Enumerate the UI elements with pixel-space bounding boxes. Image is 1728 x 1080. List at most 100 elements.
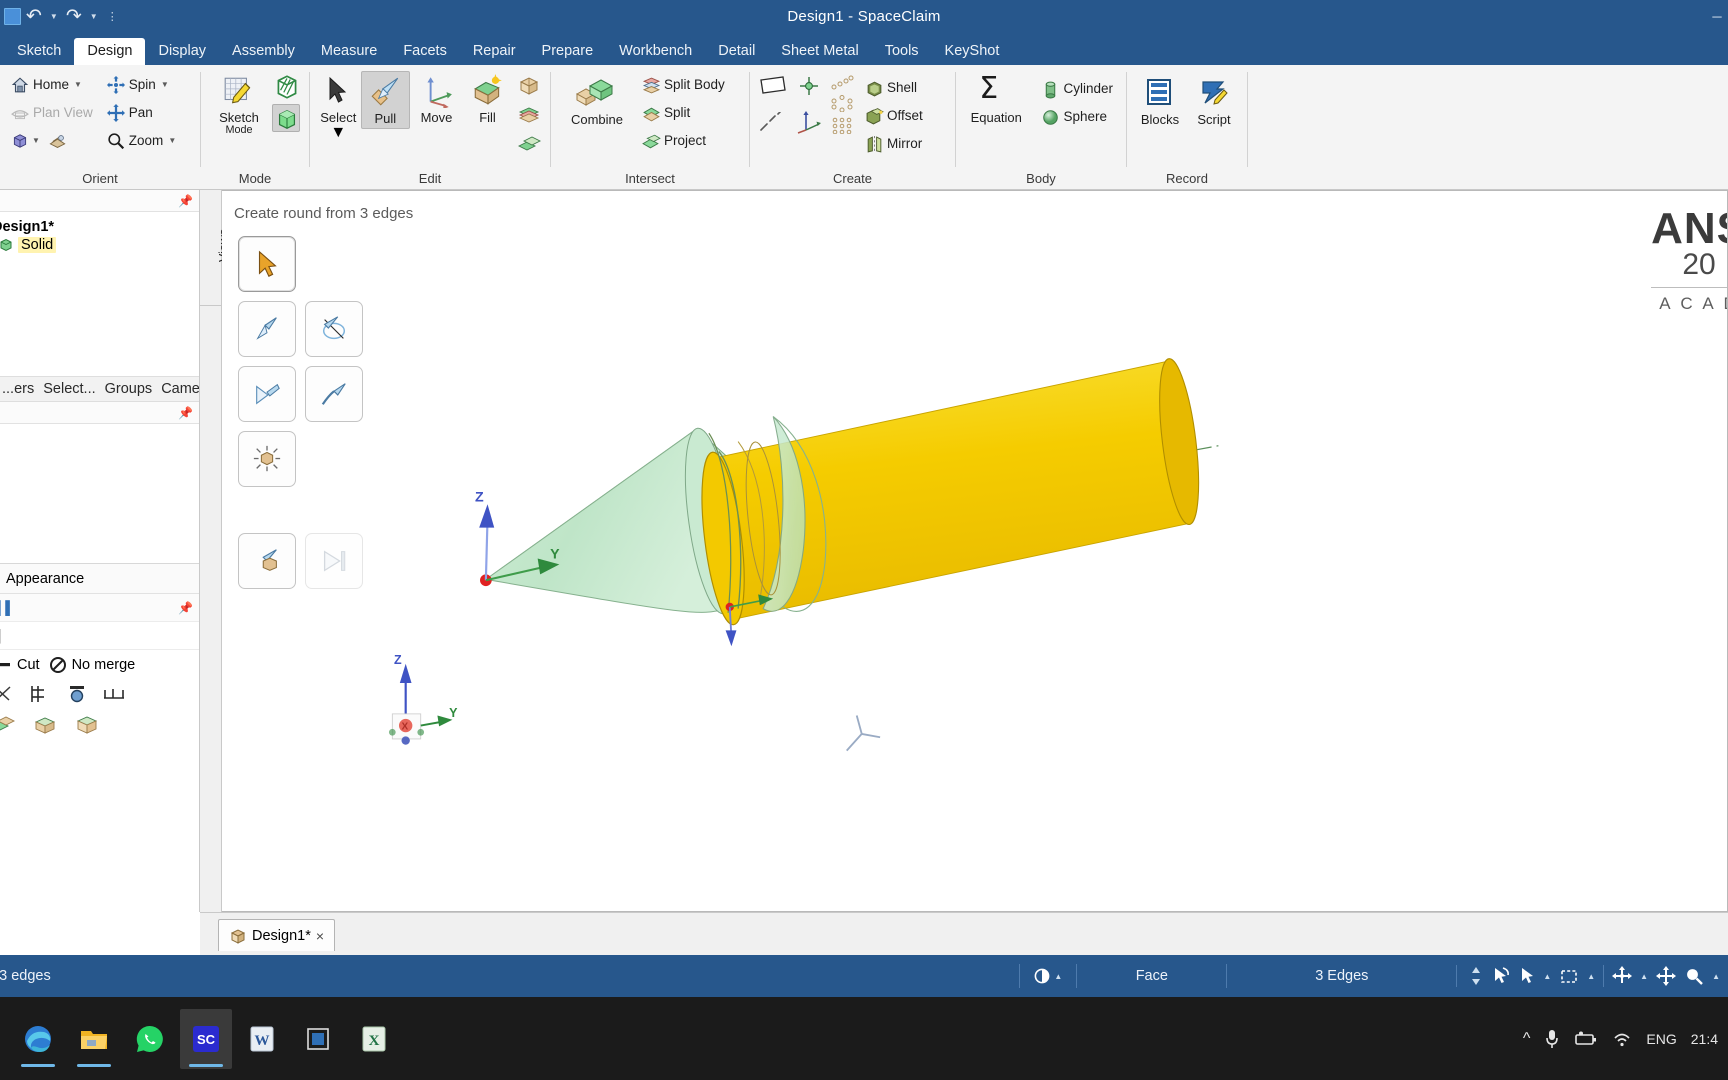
- pull-direction-icon[interactable]: [0, 684, 14, 704]
- views-tab[interactable]: Views: [200, 190, 231, 306]
- appearance-section[interactable]: Appearance: [0, 564, 199, 594]
- blocks-button[interactable]: Blocks: [1135, 73, 1185, 129]
- tree-row-solid[interactable]: Solid: [0, 236, 199, 254]
- tab-workbench[interactable]: Workbench: [606, 38, 705, 65]
- selection-mode-caret-icon[interactable]: ▲: [1054, 972, 1062, 981]
- box-select-icon[interactable]: [1559, 966, 1579, 986]
- subtab-selection[interactable]: Select...: [43, 381, 95, 397]
- pattern-circular-icon[interactable]: [830, 95, 854, 113]
- combine-small-icon[interactable]: [516, 73, 542, 99]
- point-icon[interactable]: [796, 74, 822, 98]
- tab-sheet-metal[interactable]: Sheet Metal: [768, 38, 871, 65]
- wifi-icon[interactable]: [1612, 1030, 1632, 1048]
- view-orientation-triad[interactable]: Z X Y: [388, 653, 458, 745]
- language-indicator[interactable]: ENG: [1646, 1031, 1676, 1047]
- tray-chevron-icon[interactable]: ^: [1523, 1030, 1531, 1048]
- script-button[interactable]: Script: [1189, 73, 1239, 129]
- zoom-button[interactable]: Zoom ▼: [104, 127, 181, 154]
- axis-line-icon[interactable]: [758, 110, 788, 134]
- close-icon[interactable]: ×: [316, 928, 324, 944]
- updown-spinner-icon[interactable]: [1469, 966, 1483, 986]
- blend-small-icon[interactable]: [516, 102, 542, 128]
- tab-design[interactable]: Design: [74, 38, 146, 65]
- spin-button[interactable]: Spin ▼: [104, 71, 181, 98]
- sketch-mode-button[interactable]: Sketch ModeSketchMode: [210, 71, 268, 140]
- equation-button[interactable]: Σ Equation: [964, 71, 1028, 127]
- home-dropdown-icon[interactable]: ▼: [74, 80, 82, 89]
- add-body-icon[interactable]: [0, 714, 16, 736]
- spin-caret-icon[interactable]: ▲: [1640, 972, 1648, 981]
- spin-status-icon[interactable]: [1612, 966, 1633, 986]
- pointer-caret-icon[interactable]: ▲: [1543, 972, 1551, 981]
- taskbar-blue-app[interactable]: [292, 1009, 344, 1069]
- split-body-button[interactable]: Split Body: [639, 71, 730, 98]
- cut-body-icon[interactable]: [32, 714, 58, 736]
- cylinder-button[interactable]: Cylinder: [1038, 75, 1118, 102]
- tree-row-root[interactable]: Design1*: [0, 218, 199, 236]
- sphere-button[interactable]: Sphere: [1038, 103, 1118, 130]
- subtab-groups[interactable]: Groups: [105, 381, 153, 397]
- project-button[interactable]: Project: [639, 127, 730, 154]
- ruler-icon[interactable]: [28, 684, 52, 704]
- taskbar-file-explorer[interactable]: [68, 1009, 120, 1069]
- merge-small-icon[interactable]: [516, 131, 542, 157]
- move-button[interactable]: Move: [412, 71, 461, 127]
- 3d-viewport[interactable]: Create round from 3 edges Z Y Z X Y AN 2…: [222, 190, 1728, 912]
- combine-button[interactable]: Combine: [559, 71, 635, 129]
- pan-button[interactable]: Pan: [104, 99, 181, 126]
- pattern-grid-icon[interactable]: [830, 117, 854, 135]
- selection-mode-cell[interactable]: ▲: [1019, 964, 1076, 988]
- select-dropdown-icon[interactable]: ▼: [330, 124, 346, 142]
- subtab-layers[interactable]: ...ers: [2, 381, 34, 397]
- split-button[interactable]: Split: [639, 99, 730, 126]
- cad-model-canvas[interactable]: Z Y Z X Y: [222, 191, 1727, 911]
- select-button[interactable]: Select ▼: [318, 71, 359, 145]
- tab-tools[interactable]: Tools: [872, 38, 932, 65]
- taskbar-whatsapp[interactable]: [124, 1009, 176, 1069]
- taskbar-word[interactable]: W: [236, 1009, 288, 1069]
- plane-icon[interactable]: [758, 74, 788, 96]
- tab-measure[interactable]: Measure: [308, 38, 390, 65]
- section-mode-icon[interactable]: [272, 72, 300, 100]
- view-cube-icon[interactable]: [11, 132, 29, 150]
- solid-mode-icon[interactable]: [272, 104, 300, 132]
- zoom-caret-icon[interactable]: ▲: [1712, 972, 1720, 981]
- battery-icon[interactable]: [1574, 1030, 1598, 1048]
- revolve-icon[interactable]: [66, 684, 88, 704]
- taskbar-excel[interactable]: X: [348, 1009, 400, 1069]
- pin-icon[interactable]: 📌: [178, 194, 193, 208]
- view-box-icon[interactable]: [48, 132, 66, 150]
- undo-select-icon[interactable]: [1491, 966, 1511, 986]
- fill-button[interactable]: Fill: [463, 71, 512, 127]
- pattern-linear-icon[interactable]: [830, 75, 854, 90]
- pin-icon-3[interactable]: 📌: [178, 601, 193, 615]
- view-cube-dropdown-icon[interactable]: ▼: [32, 136, 40, 145]
- clock[interactable]: 21:4: [1691, 1031, 1718, 1047]
- tab-detail[interactable]: Detail: [705, 38, 768, 65]
- tab-facets[interactable]: Facets: [390, 38, 460, 65]
- pointer-icon[interactable]: [1519, 966, 1535, 986]
- zoom-status-icon[interactable]: [1684, 966, 1704, 986]
- measure-icon[interactable]: [102, 684, 126, 704]
- spin-dropdown-icon[interactable]: ▼: [161, 80, 169, 89]
- tab-prepare[interactable]: Prepare: [529, 38, 607, 65]
- minimize-button[interactable]: ─: [1706, 0, 1728, 33]
- origin-axes-icon[interactable]: [796, 110, 822, 134]
- home-button[interactable]: Home ▼: [8, 71, 98, 98]
- tab-assembly[interactable]: Assembly: [219, 38, 308, 65]
- tab-sketch[interactable]: Sketch: [4, 38, 74, 65]
- subtab-camera[interactable]: Came...: [161, 381, 199, 397]
- mirror-button[interactable]: Mirror: [862, 130, 928, 157]
- no-merge-option[interactable]: No merge: [49, 656, 135, 674]
- tab-keyshot[interactable]: KeyShot: [932, 38, 1013, 65]
- box-select-caret-icon[interactable]: ▲: [1587, 972, 1595, 981]
- taskbar-spaceclaim[interactable]: SC: [180, 1008, 232, 1069]
- tab-display[interactable]: Display: [145, 38, 219, 65]
- pin-icon-2[interactable]: 📌: [178, 406, 193, 420]
- offset-button[interactable]: Offset: [862, 102, 928, 129]
- taskbar-edge-browser[interactable]: [12, 1009, 64, 1069]
- tab-repair[interactable]: Repair: [460, 38, 529, 65]
- merge-body-icon[interactable]: [74, 714, 100, 736]
- shell-button[interactable]: Shell: [862, 74, 928, 101]
- microphone-icon[interactable]: [1544, 1028, 1560, 1050]
